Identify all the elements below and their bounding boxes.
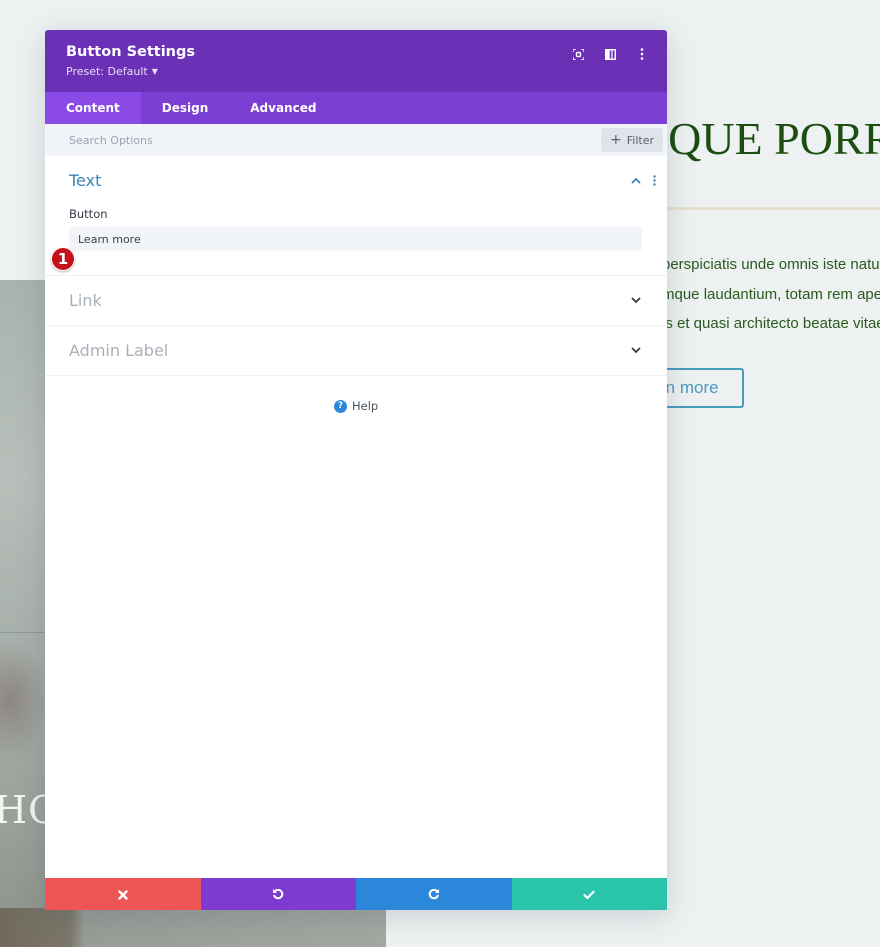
filter-label: Filter [626, 133, 654, 147]
settings-tabs: Content Design Advanced [45, 92, 667, 124]
search-bar: + Filter [45, 124, 667, 156]
cancel-icon [118, 885, 128, 904]
chevron-down-icon[interactable] [629, 293, 643, 307]
page-divider [640, 207, 880, 210]
section-title: Admin Label [69, 341, 169, 360]
section-admin-label-header[interactable]: Admin Label [45, 326, 667, 375]
save-button[interactable] [511, 878, 667, 910]
modal-footer [45, 878, 667, 910]
chevron-up-icon[interactable] [629, 173, 643, 187]
filter-button[interactable]: + Filter [601, 128, 663, 152]
redo-button[interactable] [356, 878, 512, 910]
section-admin-label: Admin Label [45, 326, 667, 376]
focus-mode-icon[interactable] [569, 45, 587, 63]
button-text-input[interactable] [69, 227, 642, 251]
more-options-icon[interactable] [633, 45, 651, 63]
help-link[interactable]: ? Help [334, 399, 378, 413]
section-text: Text Button 1 [45, 156, 667, 276]
section-link: Link [45, 276, 667, 326]
paragraph-line: perspiciatis unde omnis iste natu [662, 256, 880, 273]
split-view-icon[interactable] [601, 45, 619, 63]
button-text-label: Button [69, 207, 108, 221]
redo-icon [428, 885, 440, 904]
section-title: Link [69, 291, 102, 310]
section-link-header[interactable]: Link [45, 276, 667, 325]
section-text-body: Button 1 [45, 207, 667, 275]
tab-content[interactable]: Content [45, 92, 141, 124]
save-check-icon [583, 885, 595, 904]
preset-label: Preset: Default [66, 65, 148, 78]
cancel-button[interactable] [45, 878, 201, 910]
plus-icon: + [610, 132, 622, 148]
step-badge: 1 [51, 247, 75, 271]
section-title: Text [69, 171, 102, 190]
chevron-down-icon[interactable] [629, 343, 643, 357]
page-paragraph: perspiciatis unde omnis iste natu mque l… [662, 250, 880, 339]
modal-header: Button Settings Preset: Default ▼ [45, 30, 667, 92]
section-text-header[interactable]: Text [45, 156, 667, 205]
paragraph-line: mque laudantium, totam rem ape [662, 285, 880, 303]
header-icons [569, 45, 651, 63]
photo-floor [0, 908, 386, 947]
paragraph-line: is et quasi architecto beatae vitae [662, 315, 880, 332]
tab-advanced[interactable]: Advanced [229, 92, 337, 124]
button-settings-modal: Button Settings Preset: Default ▼ Conten… [45, 30, 667, 910]
help-label: Help [352, 399, 379, 413]
page-heading: EQUE PORR [640, 113, 880, 164]
preset-dropdown[interactable]: Preset: Default ▼ [66, 65, 158, 78]
tab-design[interactable]: Design [141, 92, 230, 124]
help-icon: ? [334, 399, 347, 413]
undo-icon [272, 885, 284, 904]
search-options-input[interactable] [69, 133, 569, 147]
caret-down-icon: ▼ [151, 67, 158, 76]
section-more-icon[interactable] [650, 173, 658, 187]
undo-button[interactable] [200, 878, 356, 910]
